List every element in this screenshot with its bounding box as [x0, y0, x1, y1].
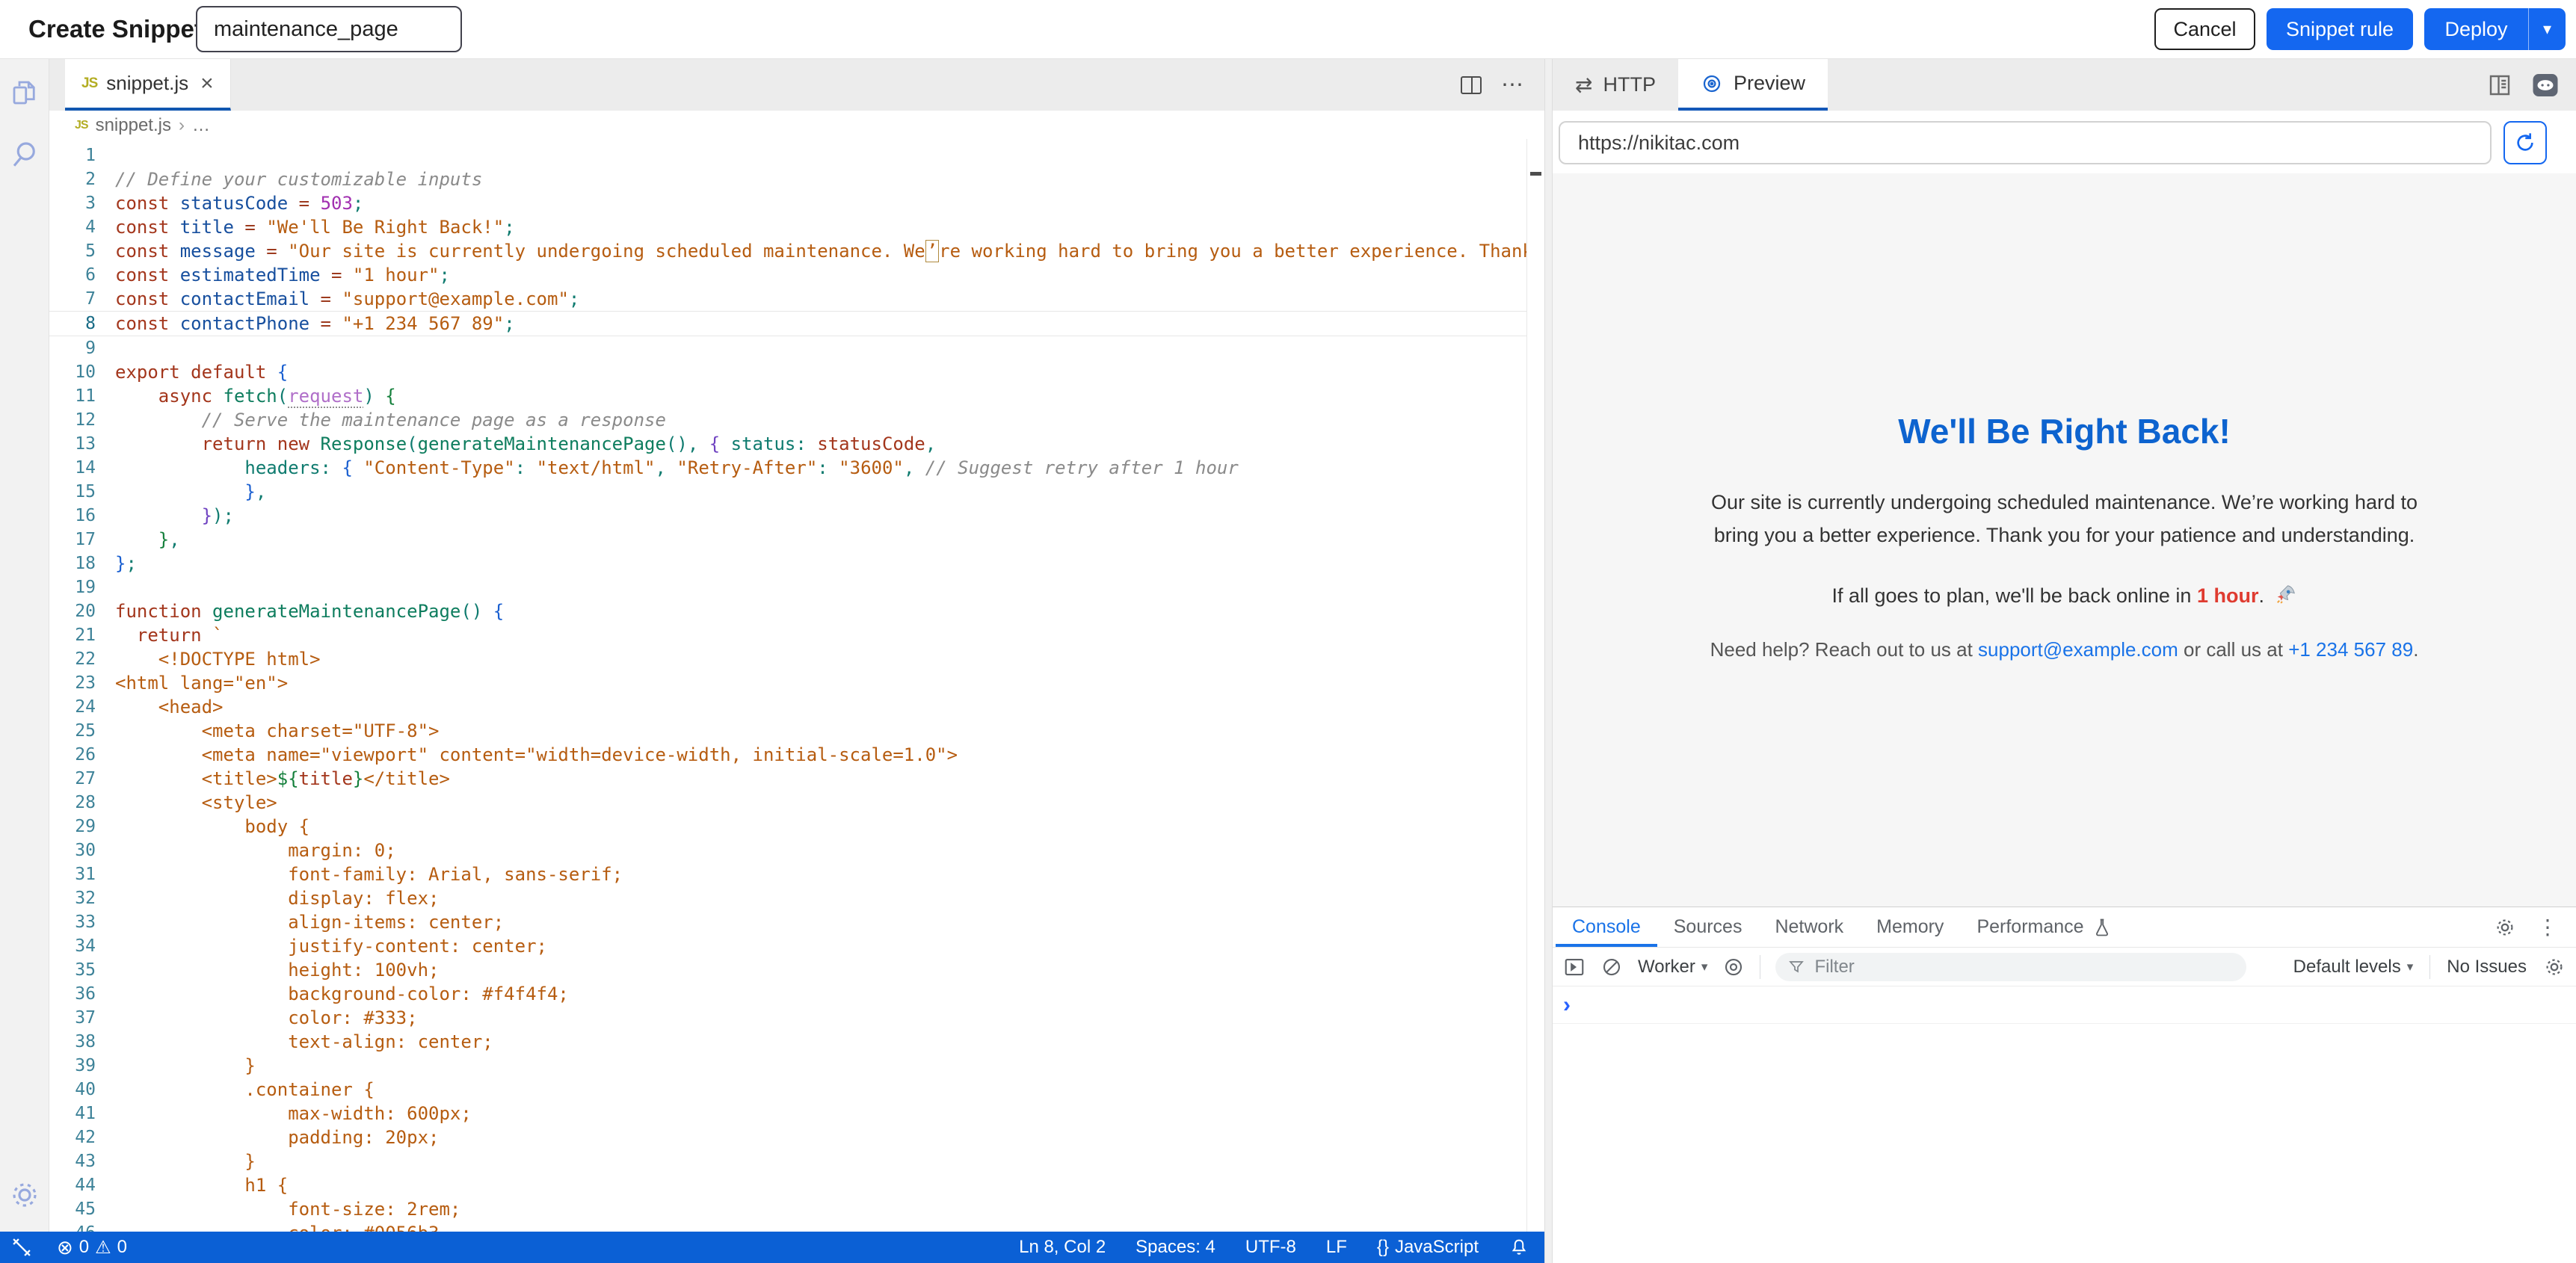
devtools-settings-gear-icon[interactable] [2494, 916, 2516, 939]
code-editor[interactable]: 12// Define your customizable inputs3con… [49, 139, 1526, 1232]
notifications-bell-icon[interactable] [1509, 1237, 1529, 1258]
caret-down-icon: ▾ [2543, 19, 2551, 39]
caret-down-icon: ▾ [1701, 960, 1708, 975]
snippet-rule-button[interactable]: Snippet rule [2267, 8, 2413, 50]
remote-indicator-icon[interactable] [10, 1236, 33, 1259]
tab-label: snippet.js [106, 72, 188, 95]
files-icon[interactable] [9, 77, 40, 108]
funnel-icon [1787, 958, 1805, 976]
cancel-button[interactable]: Cancel [2154, 8, 2255, 50]
url-input[interactable] [1559, 121, 2492, 164]
tab-snippet-js[interactable]: JS snippet.js × [65, 59, 231, 111]
console-settings-gear-icon[interactable] [2543, 956, 2566, 978]
chevron-right-icon: › [179, 115, 185, 136]
deploy-split-button: Deploy ▾ [2424, 8, 2566, 50]
kebab-menu-icon[interactable]: ⋮ [2537, 915, 2558, 939]
indentation-setting[interactable]: Spaces: 4 [1136, 1237, 1215, 1258]
context-selector[interactable]: Worker ▾ [1638, 957, 1707, 978]
maintenance-eta: If all goes to plan, we'll be back onlin… [1553, 583, 2576, 608]
tab-http[interactable]: ⇄ HTTP [1553, 59, 1678, 111]
experiments-flask-icon[interactable] [2092, 907, 2113, 947]
eol-setting[interactable]: LF [1326, 1237, 1347, 1258]
log-levels-dropdown[interactable]: Default levels ▾ [2293, 957, 2414, 978]
maintenance-message: Our site is currently undergoing schedul… [1553, 486, 2576, 552]
devtools-tab-bar: ConsoleSourcesNetworkMemoryPerformance ⋮ [1553, 907, 2576, 948]
clear-console-icon[interactable] [1600, 956, 1623, 978]
rocket-icon [2275, 583, 2297, 605]
maintenance-contact: Need help? Reach out to us at support@ex… [1553, 638, 2576, 661]
encoding-setting[interactable]: UTF-8 [1245, 1237, 1296, 1258]
breadcrumb-file: snippet.js [96, 115, 171, 136]
live-expression-eye-icon[interactable] [1722, 956, 1745, 978]
status-bar: ⊗ 0 ⚠ 0 Ln 8, Col 2 Spaces: 4 UTF-8 LF {… [0, 1232, 1544, 1263]
console-filter-input[interactable]: Filter [1775, 953, 2246, 981]
activity-bar [0, 59, 49, 1232]
maintenance-title: We'll Be Right Back! [1553, 411, 2576, 451]
scrollbar-cursor-marker [1530, 172, 1541, 176]
tab-preview[interactable]: Preview [1678, 59, 1828, 111]
editor-tab-bar: JS snippet.js × ⋯ [49, 59, 1544, 111]
console-tab-memory[interactable]: Memory [1860, 907, 1960, 947]
preview-viewport: We'll Be Right Back! Our site is current… [1553, 173, 2576, 907]
split-editor-icon[interactable] [1461, 76, 1482, 94]
console-tab-network[interactable]: Network [1758, 907, 1860, 947]
search-icon[interactable] [9, 138, 40, 170]
caret-down-icon: ▾ [2407, 960, 2414, 975]
deploy-dropdown-button[interactable]: ▾ [2528, 8, 2566, 50]
breadcrumb-more: … [192, 115, 210, 136]
warning-icon: ⚠ [95, 1237, 111, 1259]
console-tabs: ConsoleSourcesNetworkMemoryPerformance [1556, 907, 2101, 947]
preview-tab-bar: ⇄ HTTP Preview [1553, 59, 2576, 111]
console-toolbar: Worker ▾ Filter Default levels ▾ No Issu… [1553, 948, 2576, 986]
console-tab-console[interactable]: Console [1556, 907, 1657, 947]
javascript-file-icon: JS [81, 75, 97, 92]
page-title: Create Snippet [28, 15, 203, 43]
docs-book-icon[interactable] [2486, 72, 2513, 99]
url-bar [1553, 111, 2576, 173]
language-mode[interactable]: {} JavaScript [1377, 1237, 1479, 1258]
refresh-button[interactable] [2503, 121, 2547, 164]
http-arrows-icon: ⇄ [1575, 72, 1592, 97]
close-icon[interactable]: × [200, 71, 214, 96]
snippet-name-input[interactable] [196, 6, 462, 52]
phone-link[interactable]: +1 234 567 89 [2288, 638, 2413, 661]
discord-icon[interactable] [2531, 72, 2560, 99]
pane-resize-handle[interactable] [1544, 59, 1553, 1263]
console-tab-sources[interactable]: Sources [1657, 907, 1759, 947]
support-email-link[interactable]: support@example.com [1978, 638, 2178, 661]
console-prompt[interactable]: › [1563, 992, 1571, 1018]
console-tab-performance[interactable]: Performance [1960, 907, 2100, 947]
page-header: Create Snippet Cancel Snippet rule Deplo… [0, 0, 2576, 59]
deploy-button[interactable]: Deploy [2424, 8, 2528, 50]
issues-counter[interactable]: No Issues [2447, 957, 2527, 978]
cursor-position[interactable]: Ln 8, Col 2 [1019, 1237, 1106, 1258]
more-actions-icon[interactable]: ⋯ [1501, 72, 1525, 98]
console-sidebar-icon[interactable] [1563, 956, 1586, 978]
editor-scrollbar[interactable] [1526, 139, 1544, 1232]
error-icon: ⊗ [57, 1236, 73, 1259]
javascript-file-icon: JS [75, 119, 88, 132]
code-lines: 12// Define your customizable inputs3con… [49, 143, 1526, 1232]
eta-value: 1 hour [2197, 584, 2259, 607]
console-output[interactable]: › [1553, 986, 2576, 1263]
braces-icon: {} [1377, 1237, 1389, 1258]
header-actions: Cancel Snippet rule Deploy ▾ [2154, 8, 2566, 50]
eye-icon [1701, 72, 1723, 95]
settings-gear-icon[interactable] [9, 1179, 40, 1211]
problems-indicator[interactable]: ⊗ 0 ⚠ 0 [57, 1236, 127, 1259]
breadcrumb[interactable]: JS snippet.js › … [49, 111, 1526, 140]
